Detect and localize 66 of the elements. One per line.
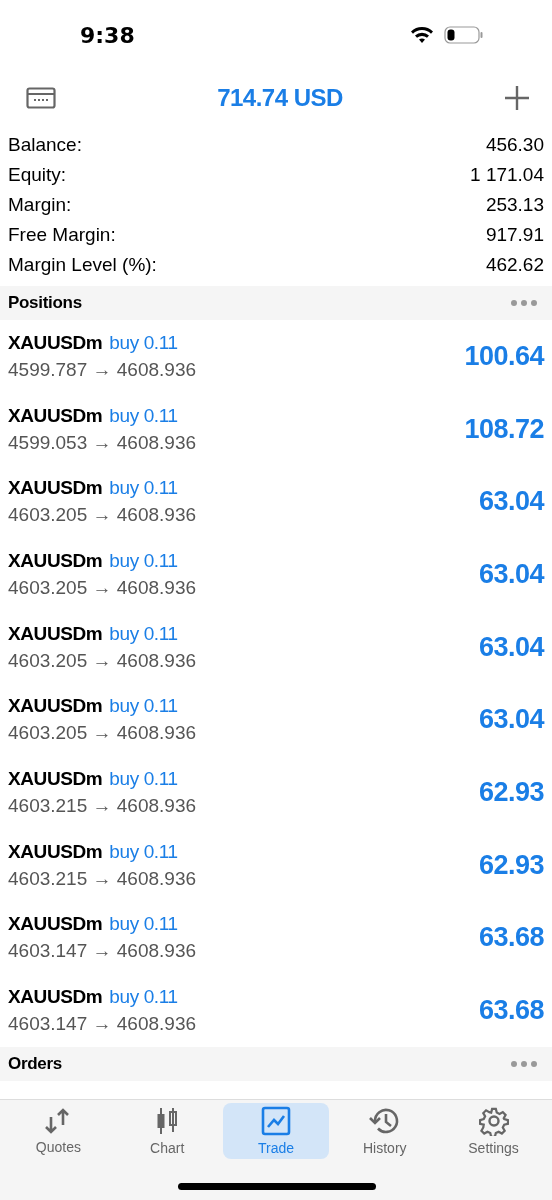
- price-range: 4603.205 → 4608.936: [8, 649, 197, 672]
- price-range: 4603.147 → 4608.936: [8, 940, 197, 963]
- symbol-label: XAUUSDm: [8, 549, 103, 572]
- profit-value: 63.04: [478, 486, 544, 518]
- profit-value: 100.64: [464, 340, 544, 372]
- order-side-label: buy 0.11: [109, 986, 178, 1009]
- add-icon[interactable]: [502, 83, 532, 113]
- price-range: 4603.215 → 4608.936: [8, 867, 197, 890]
- more-icon[interactable]: [510, 299, 538, 307]
- price-range: 4603.147 → 4608.936: [8, 1013, 197, 1036]
- account-card-icon[interactable]: [24, 84, 58, 112]
- summary-label: Margin:: [8, 194, 72, 216]
- price-range: 4603.205 → 4608.936: [8, 504, 197, 527]
- summary-label: Margin Level (%):: [8, 254, 157, 276]
- profit-value: 108.72: [464, 413, 544, 445]
- profit-value: 63.68: [478, 995, 544, 1027]
- more-icon[interactable]: [510, 1059, 538, 1068]
- profit-value: 62.93: [478, 849, 544, 881]
- symbol-label: XAUUSDm: [8, 404, 103, 427]
- order-side-label: buy 0.11: [109, 622, 178, 645]
- symbol-label: XAUUSDm: [8, 695, 103, 718]
- symbol-label: XAUUSDm: [8, 986, 103, 1009]
- summary-value: 456.30: [485, 134, 544, 156]
- tab-button[interactable]: History: [331, 1102, 438, 1159]
- summary-value: 1 171.04: [470, 164, 544, 186]
- symbol-label: XAUUSDm: [8, 767, 103, 790]
- order-side-label: buy 0.11: [109, 840, 178, 863]
- summary-label: Free Margin:: [8, 224, 116, 246]
- profit-value: 63.68: [478, 922, 544, 954]
- tab-button[interactable]: Chart: [114, 1102, 221, 1159]
- price-range: 4603.215 → 4608.936: [8, 794, 197, 817]
- line-chart-icon: [261, 1105, 291, 1136]
- tab-button[interactable]: Settings: [440, 1102, 547, 1159]
- summary-value: 917.91: [485, 224, 544, 246]
- tab-button[interactable]: Quotes: [5, 1102, 112, 1159]
- price-range: 4599.053 → 4608.936: [8, 431, 197, 454]
- order-side-label: buy 0.11: [109, 913, 178, 936]
- summary-label: Equity:: [8, 164, 67, 186]
- account-balance-title: 714.74 USD: [217, 84, 343, 112]
- price-range: 4603.205 → 4608.936: [8, 722, 197, 745]
- symbol-label: XAUUSDm: [8, 840, 103, 863]
- clock-time: 9:38: [80, 22, 135, 48]
- order-side-label: buy 0.11: [109, 767, 178, 790]
- symbol-label: XAUUSDm: [8, 913, 103, 936]
- order-side-label: buy 0.11: [109, 477, 178, 500]
- order-side-label: buy 0.11: [109, 695, 178, 718]
- section-title: Positions: [8, 293, 82, 313]
- summary-label: Balance:: [8, 134, 82, 156]
- order-side-label: buy 0.11: [109, 549, 178, 572]
- section-title: Orders: [8, 1053, 62, 1074]
- symbol-label: XAUUSDm: [8, 477, 103, 500]
- wifi-icon: [410, 26, 434, 44]
- settings-icon: [478, 1105, 509, 1136]
- summary-value: 253.13: [485, 194, 544, 216]
- order-side-label: buy 0.11: [109, 331, 178, 354]
- battery-icon: [444, 26, 484, 44]
- symbol-label: XAUUSDm: [8, 622, 103, 645]
- price-range: 4599.787 → 4608.936: [8, 358, 197, 381]
- profit-value: 63.04: [478, 558, 544, 590]
- symbol-label: XAUUSDm: [8, 331, 103, 354]
- summary-value: 462.62: [485, 254, 544, 276]
- profit-value: 62.93: [478, 776, 544, 808]
- profit-value: 63.04: [478, 704, 544, 736]
- profit-value: 63.04: [478, 631, 544, 663]
- order-side-label: buy 0.11: [109, 404, 178, 427]
- price-range: 4603.205 → 4608.936: [8, 576, 197, 599]
